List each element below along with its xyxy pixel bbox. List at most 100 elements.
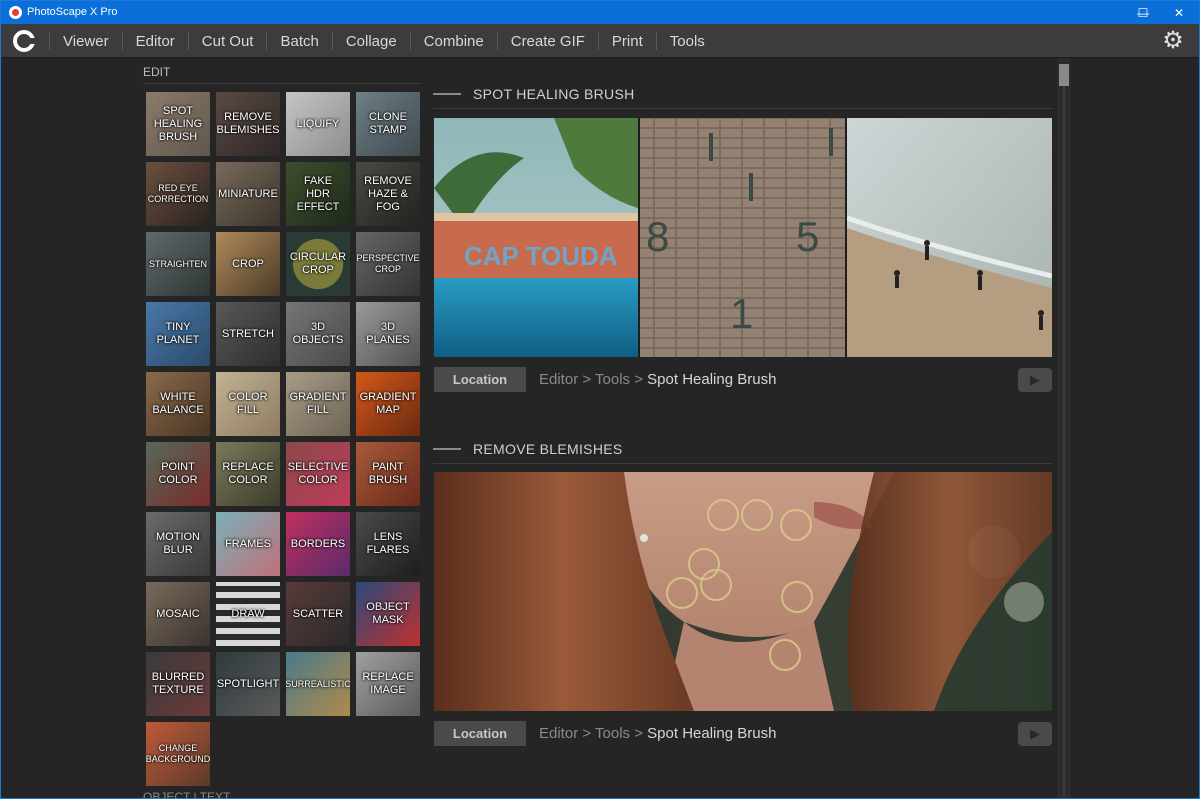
spot-healing-preview-image: CAP TOUDA 8 1 5	[434, 118, 1052, 357]
tool-motion-blur[interactable]: MOTION BLUR	[146, 512, 210, 576]
tool-scatter[interactable]: SCATTER	[286, 582, 350, 646]
tool-clone-stamp[interactable]: CLONE STAMP	[356, 92, 420, 156]
section-label-edit: EDIT	[143, 65, 171, 79]
breadcrumb: Editor > Tools > Spot Healing Brush	[539, 725, 776, 742]
edit-tools-panel: EDIT SPOT HEALING BRUSH REMOVE BLEMISHES L…	[141, 58, 423, 798]
breadcrumb-editor[interactable]: Editor	[539, 725, 578, 742]
title-bar: PhotoScape X Pro — ☐ ✕	[1, 1, 1199, 24]
tool-liquify[interactable]: LIQUIFY	[286, 92, 350, 156]
tool-crop[interactable]: CROP	[216, 232, 280, 296]
tool-label: WHITE BALANCE	[152, 391, 204, 416]
breadcrumb-tools[interactable]: Tools	[595, 725, 630, 742]
play-video-icon[interactable]: ▶	[1018, 368, 1052, 392]
menu-item-create-gif[interactable]: Create GIF	[498, 33, 598, 50]
tool-lens-flares[interactable]: LENS FLARES	[356, 512, 420, 576]
tool-red-eye-correction[interactable]: RED EYE CORRECTION	[146, 162, 210, 226]
tool-straighten[interactable]: STRAIGHTEN	[146, 232, 210, 296]
wall-digit-5: 5	[796, 213, 819, 260]
tool-gradient-map[interactable]: GRADIENT MAP	[356, 372, 420, 436]
tool-label: STRAIGHTEN	[148, 258, 207, 269]
location-button[interactable]: Location	[434, 367, 526, 392]
vertical-scrollbar[interactable]	[1057, 58, 1071, 798]
blemish-marker	[666, 577, 698, 609]
header-dash	[433, 93, 461, 95]
minimize-button-2[interactable]	[1083, 1, 1123, 24]
blemish-marker	[769, 639, 801, 671]
tool-borders[interactable]: BORDERS	[286, 512, 350, 576]
tool-label: TINY PLANET	[156, 321, 200, 346]
location-bar: Location Editor > Tools > Spot Healing B…	[434, 367, 1052, 393]
tool-remove-blemishes[interactable]: REMOVE BLEMISHES	[216, 92, 280, 156]
tool-surrealistic[interactable]: SURREALISTIC	[286, 652, 350, 716]
close-button[interactable]: ✕	[1159, 1, 1199, 24]
blemish-marker	[700, 569, 732, 601]
tool-label: LENS FLARES	[366, 531, 410, 556]
scrollbar-track[interactable]	[1063, 86, 1065, 796]
tool-frames[interactable]: FRAMES	[216, 512, 280, 576]
breadcrumb-sep: >	[582, 725, 592, 742]
app-logo-icon[interactable]	[13, 30, 36, 52]
main-menu: Viewer Editor Cut Out Batch Collage Combine Cr…	[49, 24, 718, 58]
breadcrumb-tools[interactable]: Tools	[595, 371, 630, 388]
tool-label: COLOR FILL	[228, 391, 268, 416]
play-video-icon[interactable]: ▶	[1018, 722, 1052, 746]
menu-bar: Viewer Editor Cut Out Batch Collage Combine Cr…	[1, 24, 1199, 58]
blemish-marker	[741, 499, 773, 531]
tool-tiny-planet[interactable]: TINY PLANET	[146, 302, 210, 366]
wall-digit-8: 8	[646, 213, 669, 260]
tool-grid: SPOT HEALING BRUSH REMOVE BLEMISHES LIQUIF…	[146, 92, 422, 786]
tool-label: FAKE HDR EFFECT	[296, 174, 340, 213]
feature-header: REMOVE BLEMISHES	[433, 439, 1053, 464]
tool-label: MOTION BLUR	[156, 531, 200, 556]
tool-spot-healing-brush[interactable]: SPOT HEALING BRUSH	[146, 92, 210, 156]
tool-gradient-fill[interactable]: GRADIENT FILL	[286, 372, 350, 436]
tool-label: PAINT BRUSH	[368, 461, 408, 486]
header-rule	[433, 463, 1053, 464]
tool-blurred-texture[interactable]: BLURRED TEXTURE	[146, 652, 210, 716]
maximize-button[interactable]: ☐	[1123, 1, 1163, 24]
tool-object-mask[interactable]: OBJECT MASK	[356, 582, 420, 646]
menu-item-tools[interactable]: Tools	[657, 33, 718, 50]
tool-replace-color[interactable]: REPLACE COLOR	[216, 442, 280, 506]
menu-item-collage[interactable]: Collage	[333, 33, 410, 50]
tool-fake-hdr-effect[interactable]: FAKE HDR EFFECT	[286, 162, 350, 226]
tool-selective-color[interactable]: SELECTIVE COLOR	[286, 442, 350, 506]
tool-label: BLURRED TEXTURE	[151, 671, 205, 696]
breadcrumb-editor[interactable]: Editor	[539, 371, 578, 388]
wall-digit-1: 1	[730, 290, 753, 337]
header-rule	[433, 108, 1053, 109]
tool-perspective-crop[interactable]: PERSPECTIVE CROP	[356, 232, 420, 296]
tool-mosaic[interactable]: MOSAIC	[146, 582, 210, 646]
breadcrumb-sep: >	[634, 371, 643, 388]
tool-3d-objects[interactable]: 3D OBJECTS	[286, 302, 350, 366]
tool-color-fill[interactable]: COLOR FILL	[216, 372, 280, 436]
tool-stretch[interactable]: STRETCH	[216, 302, 280, 366]
tool-miniature[interactable]: MINIATURE	[216, 162, 280, 226]
tool-label: MINIATURE	[218, 187, 278, 200]
location-button[interactable]: Location	[434, 721, 526, 746]
tool-paint-brush[interactable]: PAINT BRUSH	[356, 442, 420, 506]
tool-white-balance[interactable]: WHITE BALANCE	[146, 372, 210, 436]
menu-item-print[interactable]: Print	[599, 33, 656, 50]
gear-icon[interactable]: ⚙	[1161, 29, 1185, 53]
tool-draw[interactable]: DRAW	[216, 582, 280, 646]
feature-title: SPOT HEALING BRUSH	[473, 86, 635, 102]
tool-replace-image[interactable]: REPLACE IMAGE	[356, 652, 420, 716]
tool-label: SELECTIVE COLOR	[287, 461, 349, 486]
scrollbar-thumb[interactable]	[1059, 64, 1069, 86]
menu-item-viewer[interactable]: Viewer	[50, 33, 122, 50]
tool-label: RED EYE CORRECTION	[147, 183, 209, 204]
tool-spotlight[interactable]: SPOTLIGHT	[216, 652, 280, 716]
menu-item-batch[interactable]: Batch	[267, 33, 331, 50]
tool-label: GRADIENT FILL	[289, 391, 347, 416]
tool-label: MOSAIC	[156, 607, 200, 620]
menu-item-editor[interactable]: Editor	[123, 33, 188, 50]
tool-3d-planes[interactable]: 3D PLANES	[356, 302, 420, 366]
tool-circular-crop[interactable]: CIRCULAR CROP	[286, 232, 350, 296]
tool-remove-haze-fog[interactable]: REMOVE HAZE & FOG	[356, 162, 420, 226]
menu-item-cut-out[interactable]: Cut Out	[189, 33, 267, 50]
tool-detail-panel: SPOT HEALING BRUSH CAP TOUDA 8 1 5 Locat…	[433, 58, 1055, 798]
tool-change-background[interactable]: CHANGE BACKGROUND	[146, 722, 210, 786]
tool-point-color[interactable]: POINT COLOR	[146, 442, 210, 506]
menu-item-combine[interactable]: Combine	[411, 33, 497, 50]
